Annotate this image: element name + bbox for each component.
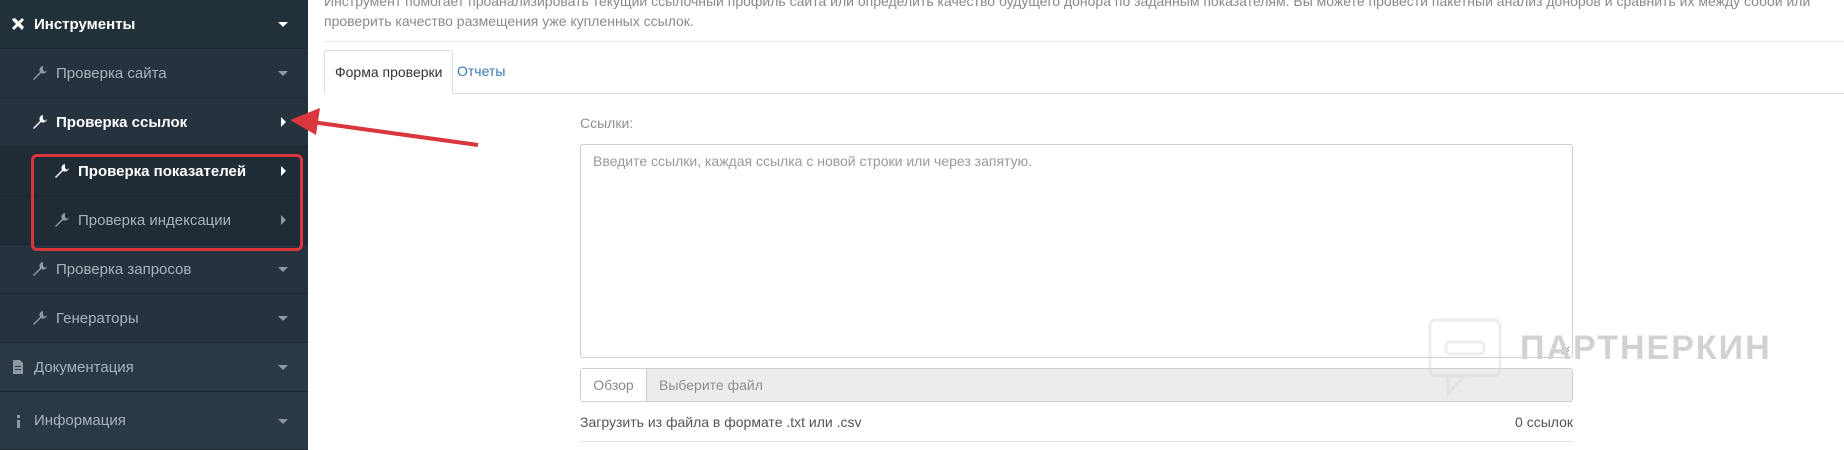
tab-check-form[interactable]: Форма проверки (324, 50, 454, 94)
document-icon (13, 360, 23, 374)
tools-icon (12, 18, 24, 30)
chevron-down-icon (278, 71, 288, 76)
upload-hint: Загрузить из файла в формате .txt или .c… (580, 414, 862, 430)
sidebar-item-link-check[interactable]: Проверка ссылок (0, 98, 308, 147)
info-icon (17, 414, 20, 428)
chevron-down-icon (278, 418, 288, 424)
wrench-icon (33, 66, 47, 80)
intro-text: Инструмент помогает проанализировать тек… (324, 0, 1811, 29)
watermark-text: ПАРТНЕРКИН (1520, 329, 1772, 367)
sidebar-item-label: Проверка сайта (56, 64, 167, 82)
sidebar-item-label: Генераторы (56, 309, 139, 327)
sidebar-item-label: Проверка ссылок (56, 113, 188, 131)
textarea-placeholder: Введите ссылки, каждая ссылка с новой ст… (593, 153, 1033, 169)
sidebar-item-label: Информация (34, 412, 126, 429)
sidebar-item-generators[interactable]: Генераторы (0, 294, 308, 343)
wrench-icon (33, 311, 47, 325)
divider (324, 41, 1844, 42)
chevron-down-icon (278, 22, 288, 27)
links-textarea[interactable]: Введите ссылки, каждая ссылка с новой ст… (580, 144, 1573, 358)
chevron-down-icon (278, 267, 288, 272)
wrench-icon (33, 115, 47, 129)
links-label: Ссылки: (580, 115, 634, 131)
links-count: 0 ссылок (1515, 414, 1573, 430)
sidebar-item-tools[interactable]: Инструменты (0, 0, 308, 49)
chevron-down-icon (278, 316, 288, 321)
sidebar-item-label: Инструменты (34, 15, 136, 33)
tab-bar: Форма проверки Отчеты (324, 50, 1844, 94)
wrench-icon (33, 262, 47, 276)
chevron-right-icon (281, 117, 286, 127)
file-input[interactable]: Обзор Выберите файл (580, 368, 1573, 402)
divider (580, 441, 1573, 442)
tab-reports[interactable]: Отчеты (447, 50, 515, 93)
highlight-box (31, 154, 303, 251)
chevron-down-icon (278, 365, 288, 370)
sidebar-item-label: Документация (34, 358, 134, 376)
sidebar-item-docs[interactable]: Документация (0, 343, 308, 392)
sidebar-item-query-check[interactable]: Проверка запросов (0, 245, 308, 294)
file-placeholder: Выберите файл (659, 377, 763, 393)
browse-button[interactable]: Обзор (581, 369, 647, 401)
sidebar-item-info[interactable]: Информация (0, 392, 308, 450)
sidebar-item-label: Проверка запросов (56, 260, 192, 278)
sidebar-item-site-check[interactable]: Проверка сайта (0, 49, 308, 98)
